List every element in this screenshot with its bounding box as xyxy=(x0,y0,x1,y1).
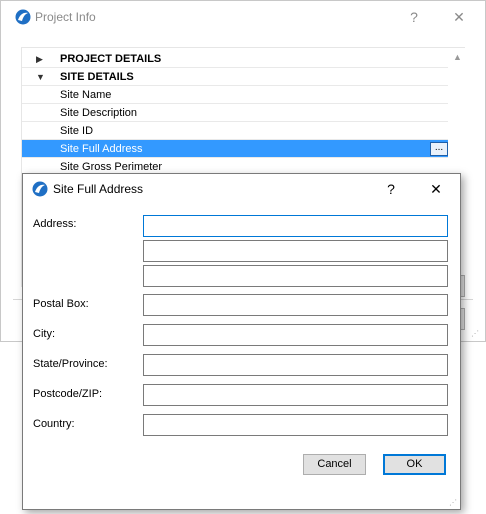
cancel-button[interactable]: Cancel xyxy=(303,454,366,475)
state-input[interactable] xyxy=(143,354,448,376)
scroll-up-icon[interactable]: ▲ xyxy=(453,52,462,62)
tree-item-label: Site Name xyxy=(60,89,112,101)
project-info-title: Project Info xyxy=(35,10,96,24)
tree-category-label: SITE DETAILS xyxy=(60,71,134,83)
address-line-2-input[interactable] xyxy=(143,240,448,262)
postal-box-label: Postal Box: xyxy=(33,298,89,310)
address-line-3-input[interactable] xyxy=(143,265,448,287)
country-input[interactable] xyxy=(143,414,448,436)
postal-box-input[interactable] xyxy=(143,294,448,316)
city-label: City: xyxy=(33,328,55,340)
postcode-input[interactable] xyxy=(143,384,448,406)
tree-item-site-full-address[interactable]: Site Full Address ... xyxy=(22,140,448,158)
postcode-label: Postcode/ZIP: xyxy=(33,388,103,400)
tree-item-label: Site Full Address xyxy=(60,143,143,155)
tree-category-site-details[interactable]: ▼ SITE DETAILS xyxy=(22,68,448,86)
resize-grip-icon[interactable]: ⋰ xyxy=(449,499,457,507)
app-logo-icon xyxy=(15,9,31,25)
tree-item-site-id[interactable]: Site ID xyxy=(22,122,448,140)
tree-item-site-description[interactable]: Site Description xyxy=(22,104,448,122)
expand-arrow-icon[interactable]: ▶ xyxy=(36,50,43,68)
collapse-arrow-icon[interactable]: ▼ xyxy=(36,68,45,86)
dialog-titlebar[interactable]: Site Full Address ? ✕ xyxy=(23,174,460,204)
tree-item-label: Site Description xyxy=(60,107,138,119)
site-full-address-dialog: Site Full Address ? ✕ Address: Postal Bo… xyxy=(22,173,461,510)
ok-button[interactable]: OK xyxy=(383,454,446,475)
tree-category-label: PROJECT DETAILS xyxy=(60,53,162,65)
tree-category-project-details[interactable]: ▶ PROJECT DETAILS xyxy=(22,50,448,68)
close-button[interactable]: ✕ xyxy=(425,179,447,199)
tree-item-site-name[interactable]: Site Name xyxy=(22,86,448,104)
project-info-titlebar[interactable]: Project Info ? ✕ xyxy=(1,1,485,33)
resize-grip-icon[interactable]: ⋰ xyxy=(471,329,479,338)
help-button[interactable]: ? xyxy=(380,179,402,199)
address-label: Address: xyxy=(33,218,77,230)
city-input[interactable] xyxy=(143,324,448,346)
tree-item-label: Site ID xyxy=(60,125,94,137)
close-button[interactable]: ✕ xyxy=(448,7,470,27)
ellipsis-button[interactable]: ... xyxy=(430,142,448,156)
dialog-title: Site Full Address xyxy=(53,182,144,196)
help-button[interactable]: ? xyxy=(403,7,425,27)
country-label: Country: xyxy=(33,418,75,430)
address-line-1-input[interactable] xyxy=(143,215,448,237)
app-logo-icon xyxy=(32,181,48,197)
state-label: State/Province: xyxy=(33,358,108,370)
